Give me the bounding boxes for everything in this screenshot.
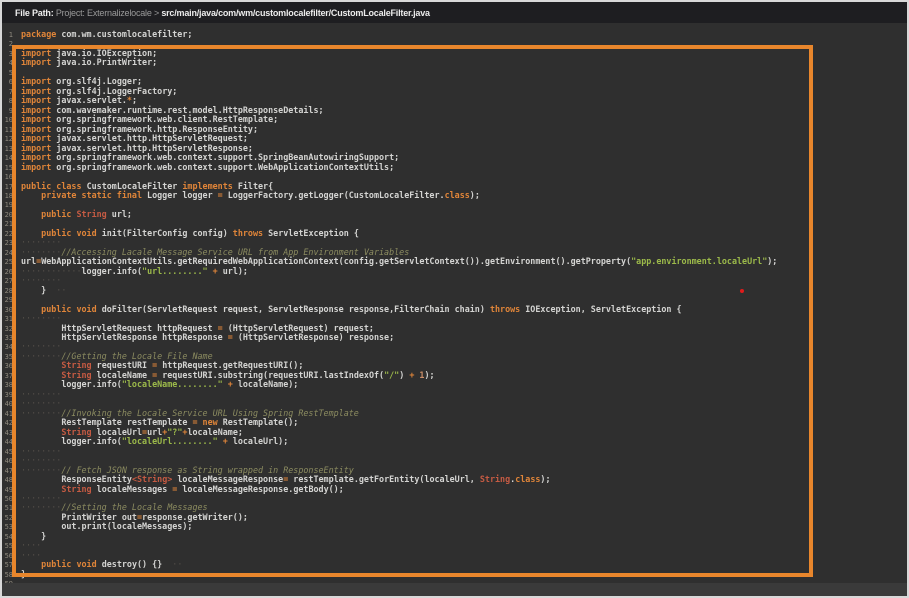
code-token: "url........" (142, 266, 208, 276)
code-token: package (21, 29, 56, 39)
code-token: "app.environment.localeUrl" (631, 256, 767, 266)
code-editor[interactable]: 1package com.wm.customlocalefilter;23imp… (2, 23, 907, 583)
code-line[interactable]: 39········ (2, 390, 907, 399)
breadcrumb: Project: Externalizelocale > (56, 8, 162, 18)
code-token: localeMessages (92, 484, 173, 494)
code-line[interactable]: 30▾ public void doFilter(ServletRequest … (2, 305, 907, 314)
code-token: "localeUrl........" (122, 436, 218, 446)
code-token: private static final (41, 190, 142, 200)
code-token: public void (41, 559, 102, 569)
code-token: ); (540, 474, 550, 484)
code-line[interactable]: 27········ (2, 276, 907, 285)
code-lines: 1package com.wm.customlocalefilter;23imp… (2, 30, 907, 583)
code-token: ); (424, 370, 434, 380)
code-token: url; (107, 209, 132, 219)
code-line[interactable]: 49 String localeMessages = localeMessage… (2, 485, 907, 494)
file-path-value: src/main/java/com/wm/customlocalefilter/… (161, 8, 430, 18)
code-line[interactable]: 45········ (2, 447, 907, 456)
code-token: import (21, 57, 51, 67)
code-token: doFilter(ServletRequest request, Servlet… (102, 304, 490, 314)
editor-window: File Path: Project: Externalizelocale > … (0, 0, 909, 598)
code-token: throws (233, 228, 263, 238)
code-token: String (76, 209, 106, 219)
code-token (21, 209, 41, 219)
code-line[interactable]: 19 (2, 200, 907, 209)
code-token: logger.info( (82, 266, 143, 276)
code-token: destroy() {} (102, 559, 163, 569)
status-strip (2, 583, 907, 596)
code-token: "localeName........" (122, 379, 223, 389)
code-line[interactable]: 33 HttpServletResponse httpResponse = (H… (2, 333, 907, 342)
code-line[interactable]: 18 private static final Logger logger = … (2, 191, 907, 200)
code-token: class (445, 190, 470, 200)
code-token: } (21, 569, 26, 579)
code-token: java.io.PrintWriter; (51, 57, 157, 67)
code-line[interactable]: 58} (2, 570, 907, 579)
code-line[interactable]: 7import org.slf4j.LoggerFactory; (2, 87, 907, 96)
code-token: localeUrl); (228, 436, 289, 446)
code-token: IOException, ServletException { (520, 304, 681, 314)
fold-arrow-icon[interactable]: ▾ (12, 229, 15, 238)
code-token: ·· (162, 559, 182, 569)
code-line[interactable]: 28 } ·· (2, 286, 907, 295)
code-line[interactable]: 26············logger.info("url........" … (2, 267, 907, 276)
code-token: public (41, 209, 76, 219)
code-token: String (480, 474, 510, 484)
code-token (21, 190, 41, 200)
code-token: url); (218, 266, 248, 276)
code-token: com.wm.customlocalefilter; (56, 29, 192, 39)
file-path-label: File Path: (15, 8, 56, 18)
code-token: (HttpServletResponse) response; (233, 332, 394, 342)
code-line[interactable]: 55···· (2, 541, 907, 550)
fold-arrow-icon[interactable]: ▾ (12, 182, 15, 191)
code-token: ServletException { (263, 228, 359, 238)
code-line[interactable]: 1package com.wm.customlocalefilter; (2, 30, 907, 39)
code-line[interactable]: 53 out.print(localeMessages); (2, 522, 907, 531)
code-token: import (21, 162, 51, 172)
code-token: ·· (46, 285, 66, 295)
code-token: init(FilterConfig config) (102, 228, 233, 238)
code-token: ); (767, 256, 777, 266)
code-token: } (21, 285, 46, 295)
code-token: ); (470, 190, 480, 200)
code-token: String (61, 484, 91, 494)
error-marker-dot (740, 289, 744, 293)
code-line[interactable]: 57 public void destroy() {} ·· (2, 560, 907, 569)
code-token: Logger logger (142, 190, 218, 200)
code-token: localeName); (233, 379, 299, 389)
code-line[interactable]: 4import java.io.PrintWriter; (2, 58, 907, 67)
code-token: throws (490, 304, 520, 314)
code-line[interactable]: 38 logger.info("localeName........" + lo… (2, 380, 907, 389)
code-line[interactable]: 44 logger.info("localeUrl........" + loc… (2, 437, 907, 446)
code-token: org.springframework.web.context.support.… (51, 162, 394, 172)
code-token: class (515, 474, 540, 484)
code-token: out.print(localeMessages); (21, 521, 192, 531)
code-token: "/" (384, 370, 399, 380)
file-path-bar: File Path: Project: Externalizelocale > … (2, 2, 907, 23)
code-token: LoggerFactory.getLogger(CustomLocaleFilt… (223, 190, 445, 200)
code-line[interactable]: 22▾ public void init(FilterConfig config… (2, 229, 907, 238)
fold-arrow-icon[interactable]: ▾ (12, 305, 15, 314)
code-token: localeMessageResponse.getBody(); (177, 484, 343, 494)
code-line[interactable]: 15import org.springframework.web.context… (2, 163, 907, 172)
code-line[interactable]: 54 } (2, 532, 907, 541)
code-token: ) (399, 370, 409, 380)
code-line[interactable]: 20 public String url; (2, 210, 907, 219)
